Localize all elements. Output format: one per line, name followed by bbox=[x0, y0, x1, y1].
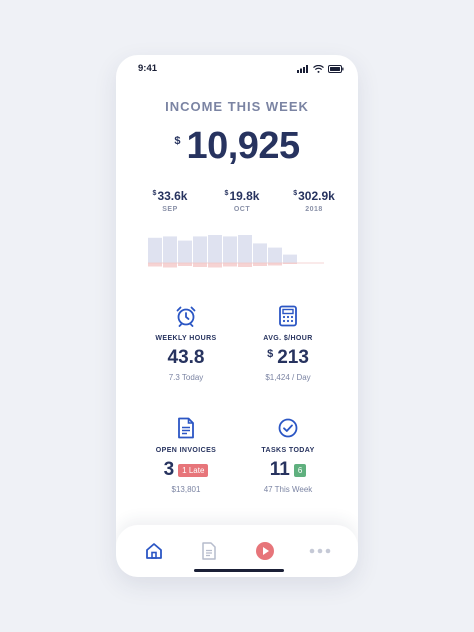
income-total: $10,925 bbox=[116, 125, 358, 168]
period-value: 19.8k bbox=[229, 189, 260, 203]
tab-home[interactable] bbox=[139, 536, 169, 566]
stat-value: 213 bbox=[277, 347, 309, 368]
battery-icon bbox=[328, 65, 344, 73]
calculator-icon bbox=[279, 305, 297, 327]
stat-currency: $ bbox=[267, 348, 274, 360]
stat-sub: $1,424 / Day bbox=[265, 373, 311, 382]
chart-bar-positive bbox=[193, 236, 207, 263]
period-label: 2018 bbox=[305, 206, 323, 213]
chart-bar-positive bbox=[283, 254, 297, 263]
signal-icon bbox=[297, 65, 308, 73]
period-2018[interactable]: $302.9k 2018 bbox=[282, 189, 346, 213]
chart-bar-positive bbox=[268, 247, 282, 263]
chart-bar-positive bbox=[253, 243, 267, 263]
period-value: 33.6k bbox=[157, 189, 188, 203]
home-icon bbox=[145, 543, 162, 559]
income-amount: 10,925 bbox=[186, 125, 300, 167]
stat-sub: 47 This Week bbox=[263, 485, 313, 494]
tasks-badge: 6 bbox=[293, 463, 307, 477]
status-time: 9:41 bbox=[138, 63, 158, 74]
chart-bar-negative bbox=[253, 263, 267, 266]
document-icon bbox=[202, 542, 216, 560]
chart-bar-positive bbox=[238, 235, 252, 263]
invoice-document-icon bbox=[178, 417, 194, 439]
period-label: SEP bbox=[162, 206, 178, 213]
period-currency: $ bbox=[152, 190, 157, 197]
income-title: INCOME THIS WEEK bbox=[165, 99, 309, 114]
more-icon bbox=[309, 548, 331, 554]
tab-more[interactable] bbox=[305, 536, 335, 566]
chart-bar-negative bbox=[163, 263, 177, 268]
chart-bar-negative bbox=[223, 263, 237, 267]
chart-bar-positive bbox=[223, 236, 237, 263]
chart-bar-negative bbox=[208, 263, 222, 268]
period-value: 302.9k bbox=[298, 189, 335, 203]
status-bar: 9:41 bbox=[116, 63, 358, 77]
period-currency: $ bbox=[224, 190, 229, 197]
stat-label: TASKS TODAY bbox=[261, 447, 315, 454]
stat-tasks-today[interactable]: TASKS TODAY 11 6 47 This Week bbox=[228, 415, 348, 494]
phone-screen: 9:41 INCOME THIS WEEK $10,925 $33.6k SEP… bbox=[116, 55, 358, 577]
tab-invoices[interactable] bbox=[194, 536, 224, 566]
chart-bar-negative bbox=[148, 263, 162, 267]
chart-bar-negative bbox=[238, 263, 252, 267]
stat-avg-rate[interactable]: AVG. $/HOUR $213 $1,424 / Day bbox=[228, 303, 348, 382]
late-badge: 1 Late bbox=[178, 463, 209, 477]
period-sep[interactable]: $33.6k SEP bbox=[138, 189, 202, 213]
stat-value: 3 bbox=[163, 459, 175, 480]
chart-bar-positive bbox=[148, 237, 162, 263]
income-bar-chart bbox=[148, 235, 324, 268]
period-label: OCT bbox=[233, 206, 251, 213]
tab-bar bbox=[116, 525, 358, 577]
status-icons bbox=[297, 65, 344, 73]
stat-value: 11 bbox=[269, 459, 290, 480]
chart-bar-negative bbox=[193, 263, 207, 267]
play-icon bbox=[255, 542, 274, 560]
tab-timer[interactable] bbox=[250, 536, 280, 566]
stat-label: AVG. $/HOUR bbox=[263, 335, 313, 342]
chart-bar-positive bbox=[163, 236, 177, 263]
period-oct[interactable]: $19.8k OCT bbox=[210, 189, 274, 213]
check-circle-icon bbox=[278, 418, 298, 438]
stat-value: 43.8 bbox=[167, 347, 205, 368]
chart-bar-positive bbox=[208, 235, 222, 263]
home-indicator bbox=[194, 569, 284, 572]
period-summary: $33.6k SEP $19.8k OCT $302.9k 2018 bbox=[138, 189, 346, 213]
period-currency: $ bbox=[293, 190, 298, 197]
alarm-clock-icon bbox=[176, 306, 196, 327]
wifi-icon bbox=[313, 65, 324, 73]
chart-bar-positive bbox=[178, 240, 192, 263]
chart-bar-negative bbox=[178, 263, 192, 266]
income-currency: $ bbox=[174, 135, 181, 147]
